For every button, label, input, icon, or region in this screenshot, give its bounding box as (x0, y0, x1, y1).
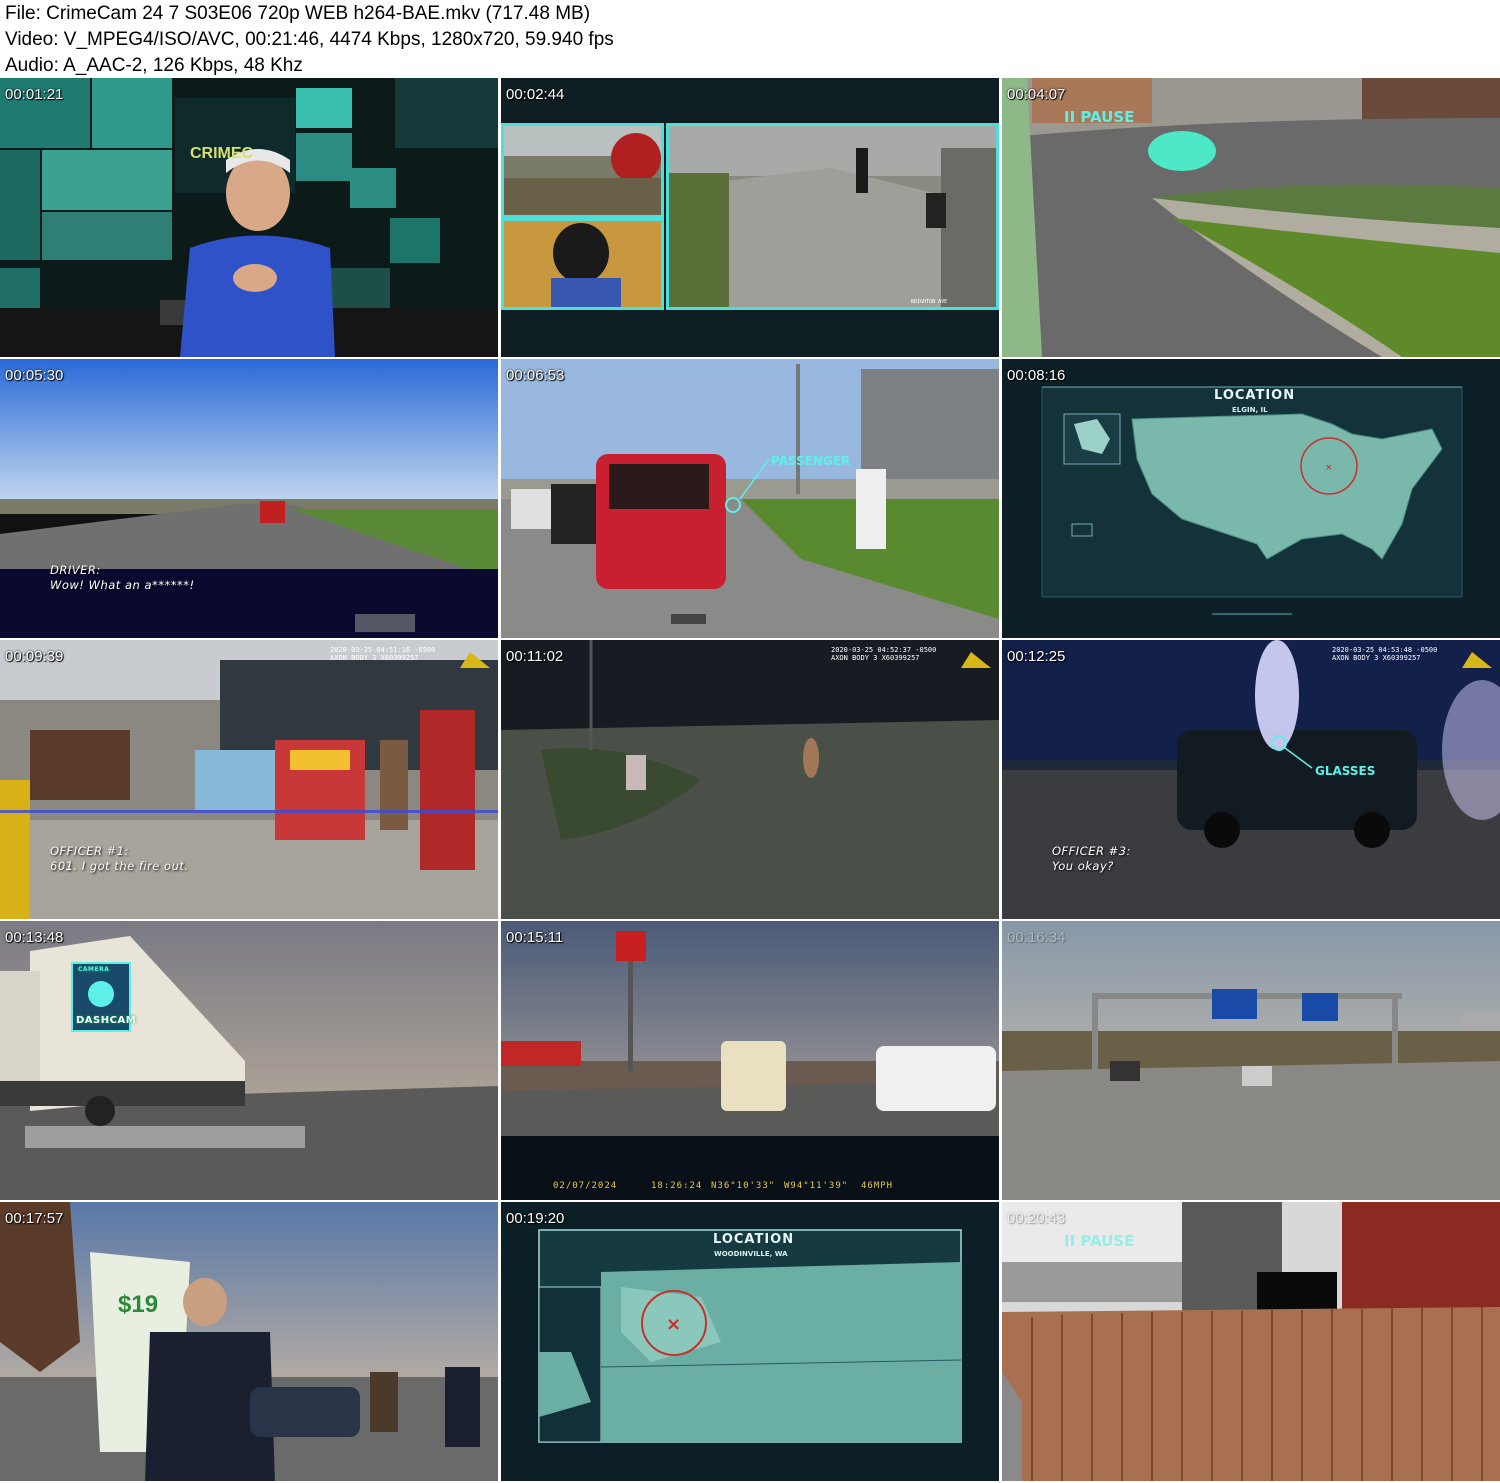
timestamp: 00:19:20 (506, 1210, 565, 1227)
dash-lon: W94°11'39" (784, 1181, 849, 1191)
thumbnail-15[interactable]: II PAUSE 00:20:43 (1002, 1202, 1500, 1481)
thumbnail-5[interactable]: PASSENGER 00:06:53 (501, 359, 999, 638)
bodycam-stamp: 2020-03-25 04:53:48 -0500 AXON BODY 3 X6… (1332, 646, 1438, 662)
thumbnail-3[interactable]: II PAUSE 00:04:07 (1002, 78, 1500, 357)
timestamp: 00:17:57 (5, 1210, 64, 1227)
caption-speaker: OFFICER #1: (50, 844, 129, 858)
caption-speaker: DRIVER: (50, 563, 101, 577)
svg-text:CRIMEC: CRIMEC (190, 145, 254, 162)
dash-time: 18:26:24 (651, 1181, 703, 1191)
thumbnail-2[interactable]: BRIGHTON AVE 00:02:44 (501, 78, 999, 357)
timestamp: 00:01:21 (5, 86, 64, 103)
location-subtitle: WOODINVILLE, WA (714, 1250, 788, 1258)
caption-line: 601. I got the fire out. (50, 859, 189, 873)
thumbnail-10[interactable]: CAMERA DASHCAM 00:13:48 (0, 921, 498, 1200)
dash-lat: N36°10'33" (711, 1181, 776, 1191)
dashcam-label: DASHCAM (76, 1015, 137, 1026)
thumbnail-11[interactable]: 02/07/2024 18:26:24 N36°10'33" W94°11'39… (501, 921, 999, 1200)
thumbnail-13[interactable]: $19 00:17:57 (0, 1202, 498, 1481)
thumbnail-12[interactable]: 00:16:34 (1002, 921, 1500, 1200)
truck-text: $19 (118, 1291, 158, 1318)
thumbnail-7[interactable]: 2020-03-25 04:51:16 -0500 AXON BODY 3 X6… (0, 640, 498, 919)
thumbnail-8[interactable]: 2020-03-25 04:52:37 -0500 AXON BODY 3 X6… (501, 640, 999, 919)
timestamp: 00:09:39 (5, 648, 64, 665)
file-line: File: CrimeCam 24 7 S03E06 720p WEB h264… (5, 3, 591, 24)
location-title: LOCATION (713, 1232, 795, 1247)
bodycam-stamp: 2020-03-25 04:51:16 -0500 AXON BODY 3 X6… (330, 646, 436, 662)
passenger-label: PASSENGER (771, 454, 850, 468)
timestamp: 00:06:53 (506, 367, 565, 384)
thumbnail-6[interactable]: × LOCATION ELGIN, IL 00:08:16 (1002, 359, 1500, 638)
timestamp: 00:20:43 (1007, 1210, 1066, 1227)
audio-line: Audio: A_AAC-2, 126 Kbps, 48 Khz (5, 55, 303, 76)
caption-line: Wow! What an a******! (50, 578, 195, 592)
bodycam-stamp: 2020-03-25 04:52:37 -0500 AXON BODY 3 X6… (831, 646, 937, 662)
camera-badge: CAMERA (78, 966, 110, 973)
timestamp: 00:05:30 (5, 367, 64, 384)
timestamp: 00:04:07 (1007, 86, 1066, 103)
thumbnail-1[interactable]: CRIMEC 00:01:21 (0, 78, 498, 357)
dash-date: 02/07/2024 (553, 1181, 618, 1191)
dash-speed: 46MPH (861, 1181, 894, 1191)
timestamp: 00:16:34 (1007, 929, 1066, 946)
timestamp: 00:11:02 (506, 648, 564, 665)
pause-overlay: II PAUSE (1064, 1232, 1134, 1250)
video-line: Video: V_MPEG4/ISO/AVC, 00:21:46, 4474 K… (5, 29, 614, 50)
timestamp: 00:15:11 (506, 929, 564, 946)
thumbnail-14[interactable]: × LOCATION WOODINVILLE, WA 00:19:20 (501, 1202, 999, 1481)
svg-text:×: × (1325, 463, 1333, 473)
glasses-label: GLASSES (1315, 764, 1375, 778)
thumbnail-4[interactable]: 00:05:30 DRIVER: Wow! What an a******! (0, 359, 498, 638)
location-subtitle: ELGIN, IL (1232, 406, 1268, 414)
timestamp: 00:13:48 (5, 929, 64, 946)
timestamp: 00:12:25 (1007, 648, 1066, 665)
caption-speaker: OFFICER #3: (1052, 844, 1131, 858)
file-info-header: File: CrimeCam 24 7 S03E06 720p WEB h264… (0, 0, 1500, 78)
thumbnail-9[interactable]: GLASSES 2020-03-25 04:53:48 -0500 AXON B… (1002, 640, 1500, 919)
location-title: LOCATION (1214, 388, 1296, 403)
pause-overlay: II PAUSE (1064, 108, 1134, 126)
thumbnail-grid: CRIMEC 00:01:21 BRIGHTON AVE 00:02:44 II… (0, 78, 1500, 1483)
cam-label: BRIGHTON AVE (911, 299, 947, 305)
timestamp: 00:08:16 (1007, 367, 1066, 384)
timestamp: 00:02:44 (506, 86, 565, 103)
caption-line: You okay? (1052, 859, 1114, 873)
svg-text:×: × (666, 1314, 681, 1335)
